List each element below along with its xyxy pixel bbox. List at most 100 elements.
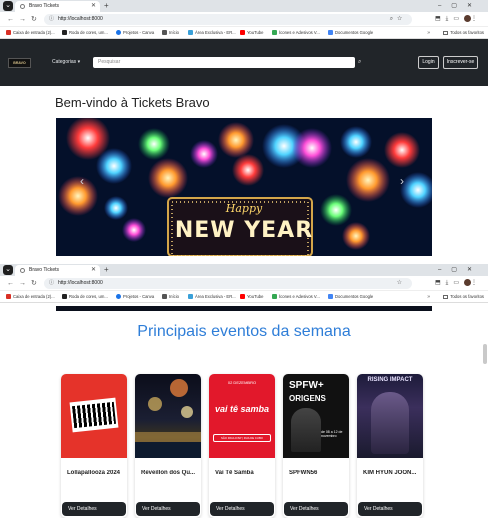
signup-button[interactable]: Inscrever-se	[443, 56, 478, 69]
all-bookmarks[interactable]: Todos os favoritos	[443, 27, 484, 38]
event-card[interactable]: Lollapallooza 2024 Ver Detalhes	[61, 374, 127, 518]
event-card[interactable]: RISING IMPACT KIM HYUN JOON... Ver Detal…	[357, 374, 423, 518]
poster-title-text: RISING IMPACT	[367, 377, 413, 383]
browser-toolbar: ← → ↻ ⓘ http://localhost:8000 ⌕☆ ⬒⤓▭ ⋮	[0, 12, 488, 27]
event-title: Reveillon dos Qu...	[141, 470, 196, 476]
event-title: Vai Tê Samba	[215, 470, 254, 476]
more-bookmarks-icon[interactable]: »	[427, 291, 430, 302]
new-tab-icon[interactable]: +	[104, 264, 109, 276]
canva-icon	[116, 294, 121, 300]
event-card[interactable]: SPFW+ ORIGENS de 08 a 12 de novembro SPF…	[283, 374, 349, 518]
gmail-icon	[6, 294, 11, 300]
bookmark-item[interactable]: Roda de cores, um...	[62, 27, 108, 38]
categories-dropdown[interactable]: Categorias ▾	[52, 56, 80, 68]
banner-edge	[56, 306, 432, 311]
site-logo[interactable]: BRAVO	[8, 58, 31, 68]
section-title: Principais eventos da semana	[137, 323, 351, 340]
globe-icon	[20, 268, 25, 273]
reload-icon[interactable]: ↻	[31, 12, 37, 27]
more-bookmarks-icon[interactable]: »	[427, 27, 430, 38]
new-tab-icon[interactable]: +	[104, 0, 109, 12]
site-info-icon[interactable]: ⓘ	[49, 14, 54, 25]
tab-strip: ⌄ Bravo Tickets ✕ + –▢✕	[0, 264, 488, 276]
zoom-bookmark-icons[interactable]: ⌕☆	[390, 14, 406, 25]
back-icon[interactable]: ←	[7, 12, 14, 27]
forward-icon[interactable]: →	[19, 276, 26, 291]
reload-icon[interactable]: ↻	[31, 276, 37, 291]
login-button[interactable]: Login	[418, 56, 439, 69]
bookmark-item[interactable]: Ícones e Adesivos V...	[272, 27, 320, 38]
toolbar-right-icons[interactable]: ⬒⤓▭ ⋮	[435, 12, 482, 27]
banner-new-year-text: NEW YEAR	[174, 218, 314, 243]
event-card[interactable]: Reveillon dos Qu... Ver Detalhes	[135, 374, 201, 518]
welcome-heading: Bem-vindo à Tickets Bravo	[55, 95, 210, 110]
page-scrollbar[interactable]	[483, 344, 487, 364]
tab-bravo-tickets[interactable]: Bravo Tickets ✕	[15, 1, 100, 12]
bookmark-item[interactable]: Caixa de entrada (2)...	[6, 27, 55, 38]
area-icon	[188, 30, 193, 36]
bookmark-item[interactable]: Projetos - Canva	[116, 27, 154, 38]
address-bar[interactable]: ⓘ http://localhost:8000 ⌕☆	[44, 14, 412, 25]
browser-window-top: ⌄ Bravo Tickets ✕ + –▢✕ ← → ↻ ⓘ http://l…	[0, 0, 488, 256]
search-input[interactable]: Pesquisar	[93, 57, 355, 68]
profile-avatar[interactable]	[464, 14, 471, 22]
forward-icon[interactable]: →	[19, 12, 26, 27]
icons-icon	[272, 294, 277, 300]
youtube-icon	[240, 294, 245, 300]
search-icon[interactable]: ⌕	[358, 57, 361, 68]
profile-avatar[interactable]	[464, 278, 471, 286]
address-bar[interactable]: ⓘ http://localhost:8000 ☆	[44, 278, 412, 289]
close-tab-icon[interactable]: ✕	[91, 1, 96, 12]
bookmark-item[interactable]: Roda de cores, um...	[62, 291, 108, 302]
close-tab-icon[interactable]: ✕	[91, 265, 96, 276]
event-card[interactable]: 02 DEZEMBRO vai tê samba SÃO PAULO/SP | …	[209, 374, 275, 518]
carousel-prev-icon[interactable]: ‹	[80, 174, 84, 188]
banner-happy-text: Happy	[225, 202, 263, 215]
bookmark-item[interactable]: Caixa de entrada (2)...	[6, 291, 55, 302]
site-navbar: BRAVO Categorias ▾ Pesquisar ⌕ Login Ins…	[0, 39, 488, 86]
all-bookmarks[interactable]: Todos os favoritos	[443, 291, 484, 302]
toolbar-right-icons[interactable]: ⬒⤓▭ ⋮	[435, 276, 482, 291]
details-button[interactable]: Ver Detalhes	[358, 502, 422, 516]
poster-figure-shape	[291, 408, 321, 452]
poster-location-text: SÃO PAULO/SP | RUA DE CUBO	[213, 434, 271, 442]
bookmark-item[interactable]: Ícones e Adesivos V...	[272, 291, 320, 302]
bookmark-item[interactable]: Projetos - Canva	[116, 291, 154, 302]
zoom-bookmark-icons[interactable]: ☆	[397, 278, 406, 289]
window-controls[interactable]: –▢✕	[438, 0, 482, 12]
bookmark-item[interactable]: Documentos Google	[328, 27, 373, 38]
tab-bravo-tickets[interactable]: Bravo Tickets ✕	[15, 265, 100, 276]
bookmark-item[interactable]: YouTube	[240, 291, 263, 302]
banner-bottom-edge	[0, 303, 488, 314]
url-text: http://localhost:8000	[58, 16, 103, 22]
bookmarks-bar: Caixa de entrada (2)... Roda de cores, u…	[0, 27, 488, 39]
details-button[interactable]: Ver Detalhes	[210, 502, 274, 516]
event-title: Lollapallooza 2024	[67, 470, 121, 476]
browser-toolbar: ← → ↻ ⓘ http://localhost:8000 ☆ ⬒⤓▭ ⋮	[0, 276, 488, 291]
bookmark-item[interactable]: Área Exclusiva - ER...	[188, 291, 236, 302]
tab-search-icon[interactable]: ⌄	[3, 1, 13, 11]
event-poster: 02 DEZEMBRO vai tê samba SÃO PAULO/SP | …	[209, 374, 275, 458]
event-poster: SPFW+ ORIGENS de 08 a 12 de novembro	[283, 374, 349, 458]
canva-icon	[116, 30, 121, 36]
details-button[interactable]: Ver Detalhes	[62, 502, 126, 516]
event-title: KIM HYUN JOON...	[363, 470, 417, 476]
bookmark-item[interactable]: Início	[162, 27, 179, 38]
event-poster	[135, 374, 201, 458]
carousel-next-icon[interactable]: ›	[400, 174, 404, 188]
window-gap	[0, 256, 488, 264]
details-button[interactable]: Ver Detalhes	[284, 502, 348, 516]
bookmark-item[interactable]: Início	[162, 291, 179, 302]
site-info-icon[interactable]: ⓘ	[49, 278, 54, 289]
window-controls[interactable]: –▢✕	[438, 264, 482, 276]
back-icon[interactable]: ←	[7, 276, 14, 291]
poster-title-text: vai tê samba	[214, 404, 270, 414]
bookmark-item[interactable]: Documentos Google	[328, 291, 373, 302]
details-button[interactable]: Ver Detalhes	[136, 502, 200, 516]
bookmark-item[interactable]: YouTube	[240, 27, 263, 38]
color-wheel-icon	[62, 30, 67, 36]
tab-search-icon[interactable]: ⌄	[3, 265, 13, 275]
icons-icon	[272, 30, 277, 36]
event-poster: RISING IMPACT	[357, 374, 423, 458]
bookmark-item[interactable]: Área Exclusiva - ER...	[188, 27, 236, 38]
